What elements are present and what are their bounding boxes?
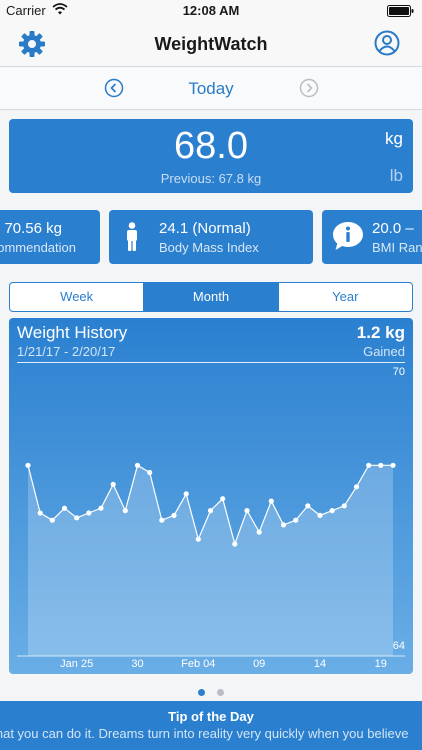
battery-icon bbox=[387, 5, 414, 20]
previous-day-icon[interactable] bbox=[104, 78, 124, 103]
x-tick-label: 30 bbox=[131, 658, 143, 670]
weight-data-point[interactable] bbox=[195, 536, 201, 542]
tab-year[interactable]: Year bbox=[277, 283, 412, 311]
navigation-bar: WeightWatch bbox=[0, 22, 422, 67]
bmi-card[interactable]: 24.1 (Normal) Body Mass Index bbox=[109, 210, 313, 264]
weight-data-point[interactable] bbox=[220, 496, 226, 502]
weight-history-card: Jan 25 30 Feb 04 09 14 19 70 64 Weight Histor… bbox=[9, 318, 413, 674]
current-weight-card[interactable]: 68.0 Previous: 67.8 kg kg lb bbox=[9, 119, 413, 193]
tab-week[interactable]: Week bbox=[10, 283, 143, 311]
period-selector: Week Month Year bbox=[9, 282, 413, 312]
weight-data-point[interactable] bbox=[353, 484, 360, 490]
bmi-range-card[interactable]: 20.0 – BMI Range bbox=[322, 210, 422, 264]
weight-history-chart: Jan 25 30 Feb 04 09 14 19 70 64 bbox=[17, 366, 405, 670]
clock: 12:08 AM bbox=[182, 3, 240, 18]
weight-data-point[interactable] bbox=[341, 503, 347, 509]
weight-data-point[interactable] bbox=[134, 462, 141, 468]
weight-area-fill bbox=[28, 465, 393, 656]
next-day-icon[interactable] bbox=[299, 78, 319, 103]
tip-of-the-day[interactable]: Tip of the Day Believe that you can do i… bbox=[0, 701, 422, 750]
tab-month[interactable]: Month bbox=[143, 283, 278, 311]
weight-data-point[interactable] bbox=[317, 512, 323, 518]
x-tick-label: 14 bbox=[314, 658, 326, 670]
gear-icon[interactable] bbox=[18, 30, 46, 63]
bmi-value: 24.1 (Normal) bbox=[159, 220, 251, 237]
history-date-range: 1/21/17 - 2/20/17 bbox=[17, 344, 116, 359]
user-icon[interactable] bbox=[374, 30, 400, 61]
weight-data-point[interactable] bbox=[244, 508, 250, 514]
weight-data-point[interactable] bbox=[232, 541, 238, 547]
weight-data-point[interactable] bbox=[110, 481, 116, 487]
weight-data-point[interactable] bbox=[86, 510, 92, 516]
metrics-carousel[interactable]: 70.56 kg Recommendation 24.1 (Normal) Bo… bbox=[0, 210, 422, 264]
weight-data-point[interactable] bbox=[61, 505, 68, 511]
weight-data-point[interactable] bbox=[390, 462, 396, 468]
page-indicator[interactable] bbox=[0, 683, 422, 701]
recommendation-label: Recommendation bbox=[0, 240, 76, 255]
weight-data-point[interactable] bbox=[329, 508, 335, 514]
weight-data-point[interactable] bbox=[37, 510, 43, 516]
weight-change-value: 1.2 kg bbox=[356, 323, 405, 342]
weight-data-point[interactable] bbox=[74, 515, 80, 521]
unit-kg-toggle[interactable]: kg bbox=[385, 129, 403, 149]
weight-data-point[interactable] bbox=[268, 498, 274, 504]
recommendation-card[interactable]: 70.56 kg Recommendation bbox=[0, 210, 100, 264]
weight-data-point[interactable] bbox=[159, 517, 165, 523]
history-title: Weight History bbox=[17, 323, 128, 342]
x-tick-label: Feb 04 bbox=[181, 658, 215, 670]
weight-data-point[interactable] bbox=[378, 462, 384, 468]
y-axis-max-label: 70 bbox=[393, 366, 405, 378]
weight-data-point[interactable] bbox=[207, 508, 214, 514]
x-tick-label: 09 bbox=[253, 658, 265, 670]
weight-data-point[interactable] bbox=[171, 512, 177, 518]
weight-data-point[interactable] bbox=[49, 517, 55, 523]
weight-data-point[interactable] bbox=[147, 469, 153, 476]
weight-change-label: Gained bbox=[363, 344, 405, 359]
recommendation-value: 70.56 kg bbox=[4, 220, 62, 237]
weight-data-point[interactable] bbox=[293, 517, 299, 523]
y-axis-min-label: 64 bbox=[393, 640, 405, 652]
weight-data-point[interactable] bbox=[256, 529, 262, 535]
unit-lb-toggle[interactable]: lb bbox=[390, 166, 403, 186]
tip-title: Tip of the Day bbox=[168, 709, 254, 724]
app-title: WeightWatch bbox=[154, 34, 268, 54]
status-bar: Carrier 12:08 AM bbox=[0, 0, 422, 22]
weight-data-point[interactable] bbox=[305, 503, 311, 509]
weight-data-point[interactable] bbox=[25, 462, 31, 468]
weight-data-point[interactable] bbox=[98, 505, 104, 511]
person-icon bbox=[125, 222, 139, 257]
weight-data-point[interactable] bbox=[280, 522, 287, 528]
page-dot-active[interactable] bbox=[197, 689, 205, 696]
x-tick-label: 19 bbox=[375, 658, 387, 670]
current-weight-value: 68.0 bbox=[174, 125, 248, 167]
previous-weight-label: Previous: 67.8 kg bbox=[160, 171, 262, 186]
tip-text: Believe that you can do it. Dreams turn … bbox=[0, 726, 409, 741]
weight-data-point[interactable] bbox=[183, 491, 189, 497]
history-divider bbox=[17, 362, 405, 363]
info-icon bbox=[332, 221, 364, 256]
weight-data-point[interactable] bbox=[366, 462, 372, 468]
bmi-range-value: 20.0 – bbox=[372, 220, 414, 237]
page-dot[interactable] bbox=[217, 689, 225, 696]
bmi-label: Body Mass Index bbox=[159, 240, 259, 255]
weight-data-point[interactable] bbox=[122, 508, 128, 514]
bmi-range-label: BMI Range bbox=[372, 240, 422, 255]
x-tick-label: Jan 25 bbox=[60, 658, 93, 670]
date-navigator: Today bbox=[0, 67, 422, 110]
current-date-label: Today bbox=[188, 79, 234, 98]
